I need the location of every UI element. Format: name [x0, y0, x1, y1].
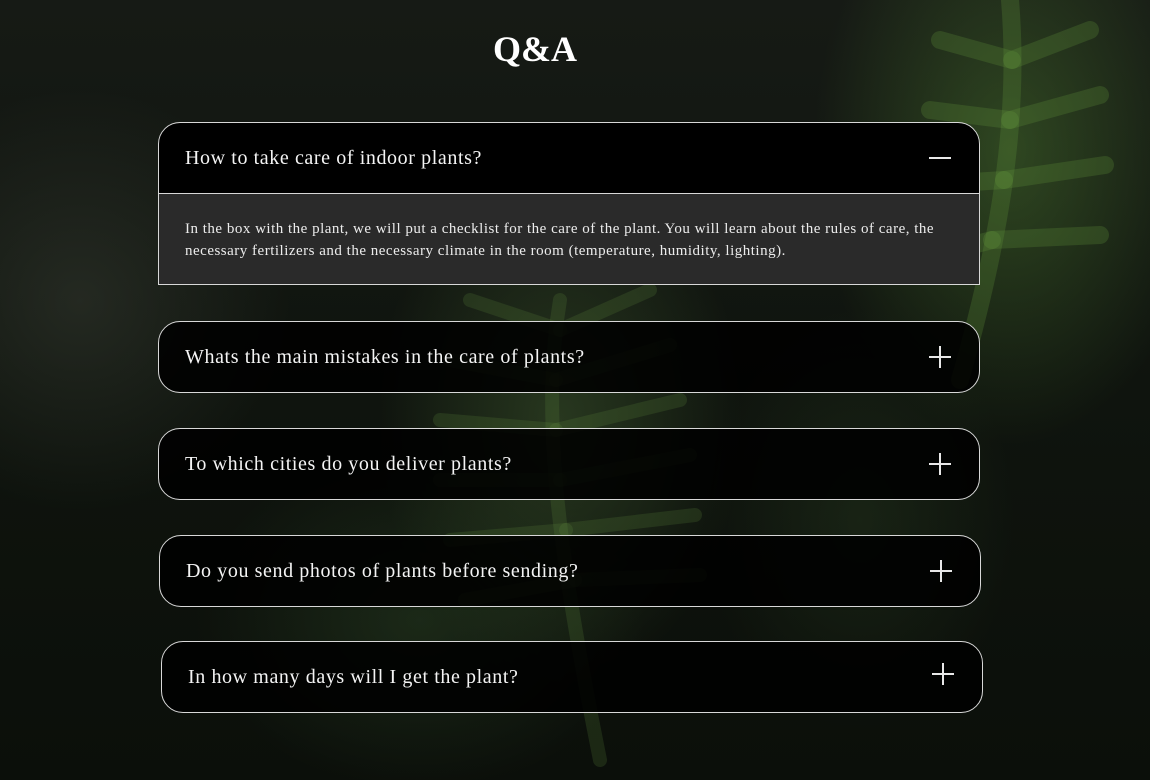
faq-question-toggle[interactable]: To which cities do you deliver plants? [159, 429, 979, 499]
faq-question: Do you send photos of plants before send… [186, 559, 579, 582]
faq-item-delivery-days: In how many days will I get the plant? [161, 641, 983, 713]
faq-question-toggle[interactable]: Whats the main mistakes in the care of p… [159, 322, 979, 392]
faq-question: How to take care of indoor plants? [185, 146, 482, 169]
minus-icon[interactable] [929, 147, 951, 169]
faq-question-toggle[interactable]: How to take care of indoor plants? [159, 123, 979, 193]
faq-question: To which cities do you deliver plants? [185, 452, 512, 475]
faq-item-mistakes: Whats the main mistakes in the care of p… [158, 321, 980, 393]
faq-question: In how many days will I get the plant? [188, 665, 519, 688]
faq-item-photos: Do you send photos of plants before send… [159, 535, 981, 607]
faq-question-toggle[interactable]: In how many days will I get the plant? [162, 642, 982, 712]
plus-icon[interactable] [929, 346, 951, 368]
plus-icon[interactable] [932, 663, 954, 685]
plus-icon[interactable] [929, 453, 951, 475]
page-title: Q&A [493, 29, 577, 69]
faq-answer: In the box with the plant, we will put a… [158, 193, 980, 285]
faq-item-delivery-cities: To which cities do you deliver plants? [158, 428, 980, 500]
faq-answer-text: In the box with the plant, we will put a… [185, 221, 935, 259]
plus-icon[interactable] [930, 560, 952, 582]
faq-question-toggle[interactable]: Do you send photos of plants before send… [160, 536, 980, 606]
faq-item-indoor-care: How to take care of indoor plants? In th… [158, 122, 980, 285]
faq-question: Whats the main mistakes in the care of p… [185, 345, 585, 368]
